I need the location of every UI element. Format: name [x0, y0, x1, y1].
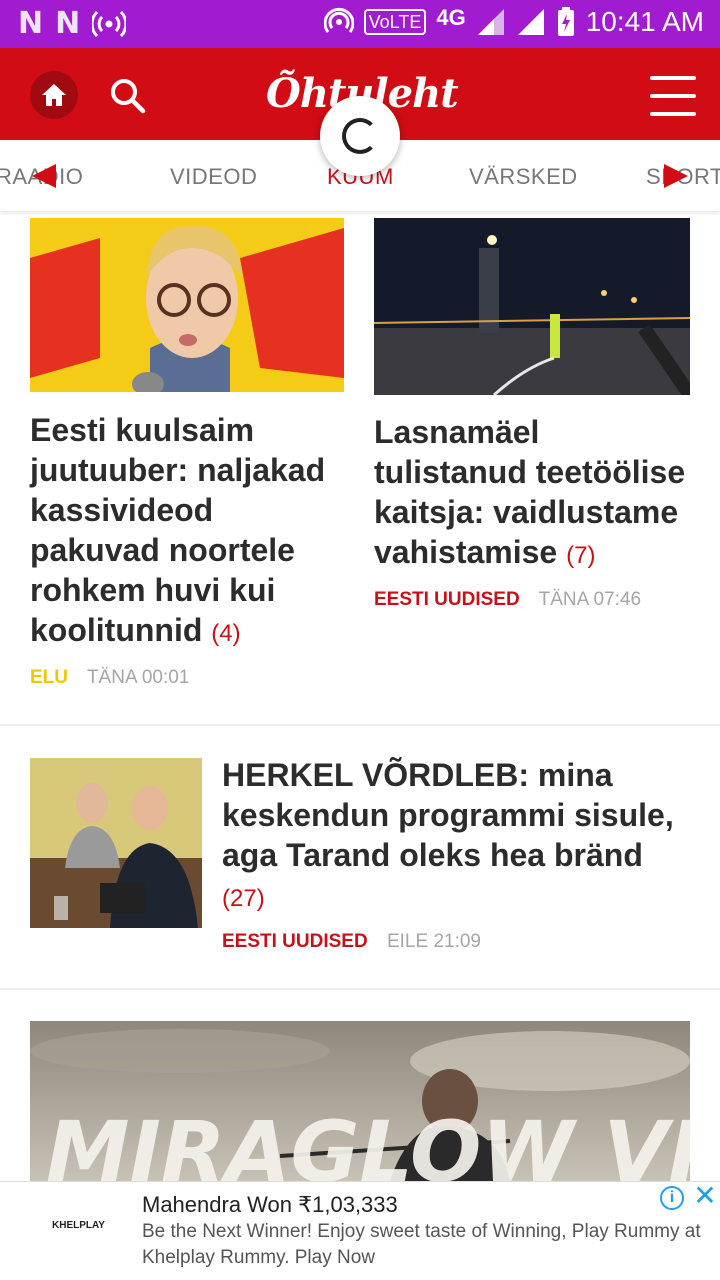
article-photo: MIRAGLOW VILTU: [30, 1021, 690, 1181]
banner-text: MIRAGLOW VILTU: [46, 1103, 690, 1181]
article-banner-image[interactable]: MIRAGLOW VILTU: [30, 1021, 690, 1181]
network-type: 4G: [436, 5, 466, 30]
status-left-icons: N N: [18, 6, 127, 41]
notification-n-icon: N: [55, 6, 80, 41]
broadcast-icon: [92, 10, 127, 38]
article-category[interactable]: ELU: [30, 667, 68, 688]
scroll-left-arrow-icon[interactable]: [32, 164, 56, 188]
scroll-right-arrow-icon[interactable]: [664, 164, 688, 188]
article-meta: EESTI UUDISED TÄNA 07:46: [374, 589, 641, 611]
article-meta: EESTI UUDISED EILE 21:09: [222, 931, 481, 953]
ad-banner[interactable]: KHELPLAY Mahendra Won ₹1,03,333 Be the N…: [0, 1181, 720, 1280]
article-photo: [30, 218, 344, 392]
divider: [0, 724, 720, 726]
battery-charging-icon: [557, 7, 574, 36]
search-icon: [111, 79, 146, 114]
close-icon[interactable]: ✕: [692, 1182, 718, 1210]
volte-indicator: VoLTE: [363, 9, 427, 35]
tab-varsked[interactable]: VÄRSKED: [469, 164, 578, 190]
hamburger-menu-icon[interactable]: [650, 76, 696, 116]
ad-logo[interactable]: KHELPLAY: [52, 1220, 105, 1231]
article-time: TÄNA 00:01: [86, 667, 190, 688]
article-image[interactable]: [374, 218, 690, 395]
notification-n-icon: N: [18, 6, 43, 41]
ad-title[interactable]: Mahendra Won ₹1,03,333: [142, 1192, 398, 1218]
comment-count[interactable]: (27): [222, 885, 265, 912]
signal-icon: [517, 9, 544, 35]
hotspot-icon: [323, 7, 354, 33]
loading-spinner: [320, 96, 400, 176]
spinner-icon: [342, 118, 378, 154]
article-category[interactable]: EESTI UUDISED: [374, 589, 520, 610]
home-button[interactable]: [30, 71, 78, 119]
article-headline[interactable]: HERKEL VÕRDLEB: mina keskendun programmi…: [222, 755, 692, 919]
divider: [0, 988, 720, 990]
article-category[interactable]: EESTI UUDISED: [222, 931, 368, 952]
article-time: EILE 21:09: [386, 931, 482, 952]
search-button[interactable]: [104, 72, 152, 120]
article-photo: [374, 218, 690, 395]
info-icon[interactable]: i: [660, 1186, 684, 1210]
article-meta: ELU TÄNA 00:01: [30, 667, 189, 689]
signal-icon: [477, 9, 504, 35]
article-headline[interactable]: Lasnamäel tulistanud teetöölise kaitsja:…: [374, 412, 694, 576]
comment-count[interactable]: (4): [211, 620, 240, 647]
status-bar: N N VoLTE 4G 10:41 AM: [0, 0, 720, 48]
article-image[interactable]: [30, 218, 344, 392]
clock: 10:41 AM: [585, 6, 704, 37]
tab-videod[interactable]: VIDEOD: [170, 164, 257, 190]
article-image[interactable]: [30, 758, 202, 928]
comment-count[interactable]: (7): [566, 542, 595, 569]
article-headline[interactable]: Eesti kuulsaim juutuuber: naljakad kassi…: [30, 410, 346, 654]
article-photo: [30, 758, 202, 928]
status-right-icons: VoLTE 4G 10:41 AM: [323, 5, 704, 38]
home-icon: [42, 84, 66, 106]
ad-text[interactable]: Be the Next Winner! Enjoy sweet taste of…: [142, 1219, 712, 1271]
article-time: TÄNA 07:46: [538, 589, 642, 610]
